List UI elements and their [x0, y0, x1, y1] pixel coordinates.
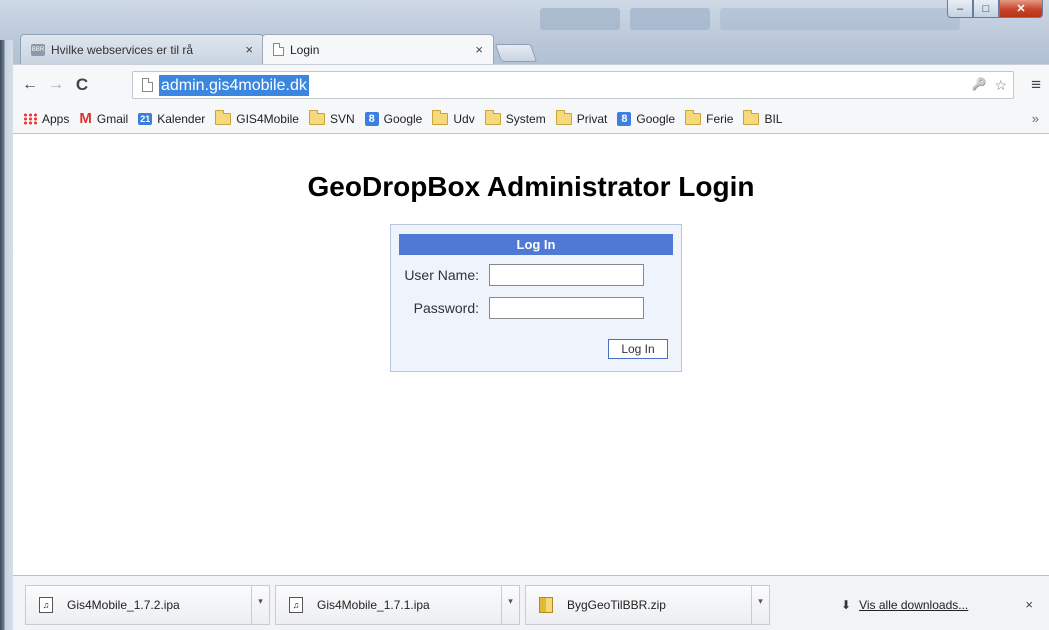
blurred-tab-area — [540, 8, 620, 30]
blurred-tab-area — [720, 8, 960, 30]
close-icon[interactable]: × — [1025, 597, 1033, 612]
download-filename: Gis4Mobile_1.7.1.ipa — [317, 598, 430, 612]
ipa-file-icon: ♫ — [289, 597, 303, 613]
bookmark-udv[interactable]: Udv — [432, 109, 475, 126]
bookmark-ferie[interactable]: Ferie — [685, 109, 734, 126]
zip-file-icon — [539, 597, 553, 613]
bookmark-google[interactable]: 8 Google — [364, 111, 423, 126]
bbr-favicon-icon: BBR — [31, 43, 45, 56]
bookmark-label: Udv — [453, 111, 475, 126]
bookmark-kalender[interactable]: 21 Kalender — [138, 112, 205, 126]
tab-login[interactable]: Login × — [262, 34, 494, 64]
bookmark-label: Kalender — [157, 111, 206, 126]
folder-icon — [743, 109, 760, 125]
download-item[interactable]: BygGeoTilBBR.zip ▾ — [525, 585, 770, 625]
bookmark-label: Google — [636, 111, 676, 126]
page-icon — [142, 78, 153, 92]
chevron-down-icon[interactable]: ▾ — [251, 586, 269, 624]
show-all-downloads-link[interactable]: Vis alle downloads... — [859, 598, 968, 612]
tab-close-icon[interactable]: × — [475, 42, 483, 57]
folder-icon — [432, 109, 449, 125]
bookmark-google-2[interactable]: 8 Google — [617, 111, 676, 126]
download-item[interactable]: ♫ Gis4Mobile_1.7.1.ipa ▾ — [275, 585, 520, 625]
folder-icon — [555, 109, 572, 125]
google-icon: 8 — [617, 111, 632, 126]
bookmark-gmail[interactable]: M Gmail — [79, 110, 128, 127]
download-item[interactable]: ♫ Gis4Mobile_1.7.2.ipa ▾ — [25, 585, 270, 625]
username-row: User Name: — [391, 264, 644, 286]
folder-icon — [484, 109, 501, 125]
page-viewport: GeoDropBox Administrator Login Log In Us… — [13, 135, 1049, 575]
bookmark-gis4mobile[interactable]: GIS4Mobile — [215, 109, 299, 126]
password-label: Password: — [413, 300, 479, 316]
close-window-button[interactable]: ✕ — [999, 0, 1043, 18]
download-shelf: ♫ Gis4Mobile_1.7.2.ipa ▾ ♫ Gis4Mobile_1.… — [13, 575, 1049, 630]
bookmark-svn[interactable]: SVN — [308, 109, 355, 126]
bookmark-label: Google — [383, 111, 423, 126]
download-filename: BygGeoTilBBR.zip — [567, 598, 666, 612]
forward-arrow-icon[interactable]: → — [45, 76, 67, 94]
address-bar[interactable]: admin.gis4mobile.dk 🔑 ☆ — [132, 71, 1014, 99]
folder-icon — [685, 109, 702, 125]
blurred-tab-area — [630, 8, 710, 30]
folder-icon — [215, 109, 232, 125]
reload-icon[interactable]: C — [71, 75, 93, 95]
tab-hvilke-webservices[interactable]: BBR Hvilke webservices er til rå × — [20, 34, 264, 64]
username-label: User Name: — [404, 267, 479, 283]
bookmark-system[interactable]: System — [484, 109, 546, 126]
google-icon: 8 — [364, 111, 379, 126]
login-button[interactable]: Log In — [608, 339, 668, 359]
minimize-button[interactable]: – — [947, 0, 973, 18]
tab-title: Hvilke webservices er til rå — [51, 42, 194, 57]
window-controls: – □ ✕ — [947, 0, 1043, 18]
bookmark-label: BIL — [764, 111, 783, 126]
new-tab-button[interactable] — [494, 44, 538, 62]
show-all-downloads[interactable]: ⬇ Vis alle downloads... — [841, 598, 968, 612]
page-icon — [273, 43, 284, 56]
bookmark-label: Apps — [42, 111, 70, 126]
bookmark-privat[interactable]: Privat — [555, 109, 608, 126]
page-title: GeoDropBox Administrator Login — [307, 171, 755, 202]
maximize-button[interactable]: □ — [973, 0, 999, 18]
bookmark-apps[interactable]: Apps — [23, 112, 69, 126]
bookmark-label: System — [505, 111, 546, 126]
bookmark-label: GIS4Mobile — [236, 111, 299, 126]
username-input[interactable] — [489, 264, 644, 286]
close-icon: ✕ — [1016, 3, 1026, 15]
maximize-icon: □ — [982, 2, 990, 15]
download-arrow-icon: ⬇ — [841, 598, 852, 612]
calendar-icon: 21 — [138, 112, 153, 125]
window-left-edge — [0, 40, 13, 630]
bookmark-bil[interactable]: BIL — [743, 109, 783, 126]
tab-close-icon[interactable]: × — [245, 42, 253, 57]
bookmark-label: SVN — [329, 111, 355, 126]
key-icon[interactable]: 🔑 — [971, 77, 986, 94]
star-icon[interactable]: ☆ — [994, 77, 1007, 94]
browser-toolbar: ← → C admin.gis4mobile.dk 🔑 ☆ ≡ — [13, 64, 1049, 104]
bookmark-label: Privat — [576, 111, 608, 126]
tab-title: Login — [290, 42, 320, 57]
ipa-file-icon: ♫ — [39, 597, 53, 613]
login-panel: Log In User Name: Password: Log In — [390, 224, 682, 372]
folder-icon — [308, 109, 325, 125]
back-arrow-icon[interactable]: ← — [19, 76, 41, 94]
chevron-down-icon[interactable]: ▾ — [501, 586, 519, 624]
password-input[interactable] — [489, 297, 644, 319]
url-text[interactable]: admin.gis4mobile.dk — [159, 74, 309, 96]
apps-icon — [23, 112, 37, 125]
bookmark-label: Gmail — [96, 111, 129, 126]
bookmarks-overflow-icon[interactable]: » — [1032, 111, 1039, 126]
login-header: Log In — [399, 234, 673, 255]
bookmarks-bar: Apps M Gmail 21 Kalender GIS4Mobile SVN … — [13, 104, 1049, 134]
gmail-icon: M — [79, 110, 92, 127]
menu-icon[interactable]: ≡ — [1031, 75, 1041, 95]
download-filename: Gis4Mobile_1.7.2.ipa — [67, 598, 180, 612]
minimize-icon: – — [956, 2, 964, 15]
password-row: Password: — [391, 297, 644, 319]
chevron-down-icon[interactable]: ▾ — [751, 586, 769, 624]
bookmark-label: Ferie — [706, 111, 734, 126]
